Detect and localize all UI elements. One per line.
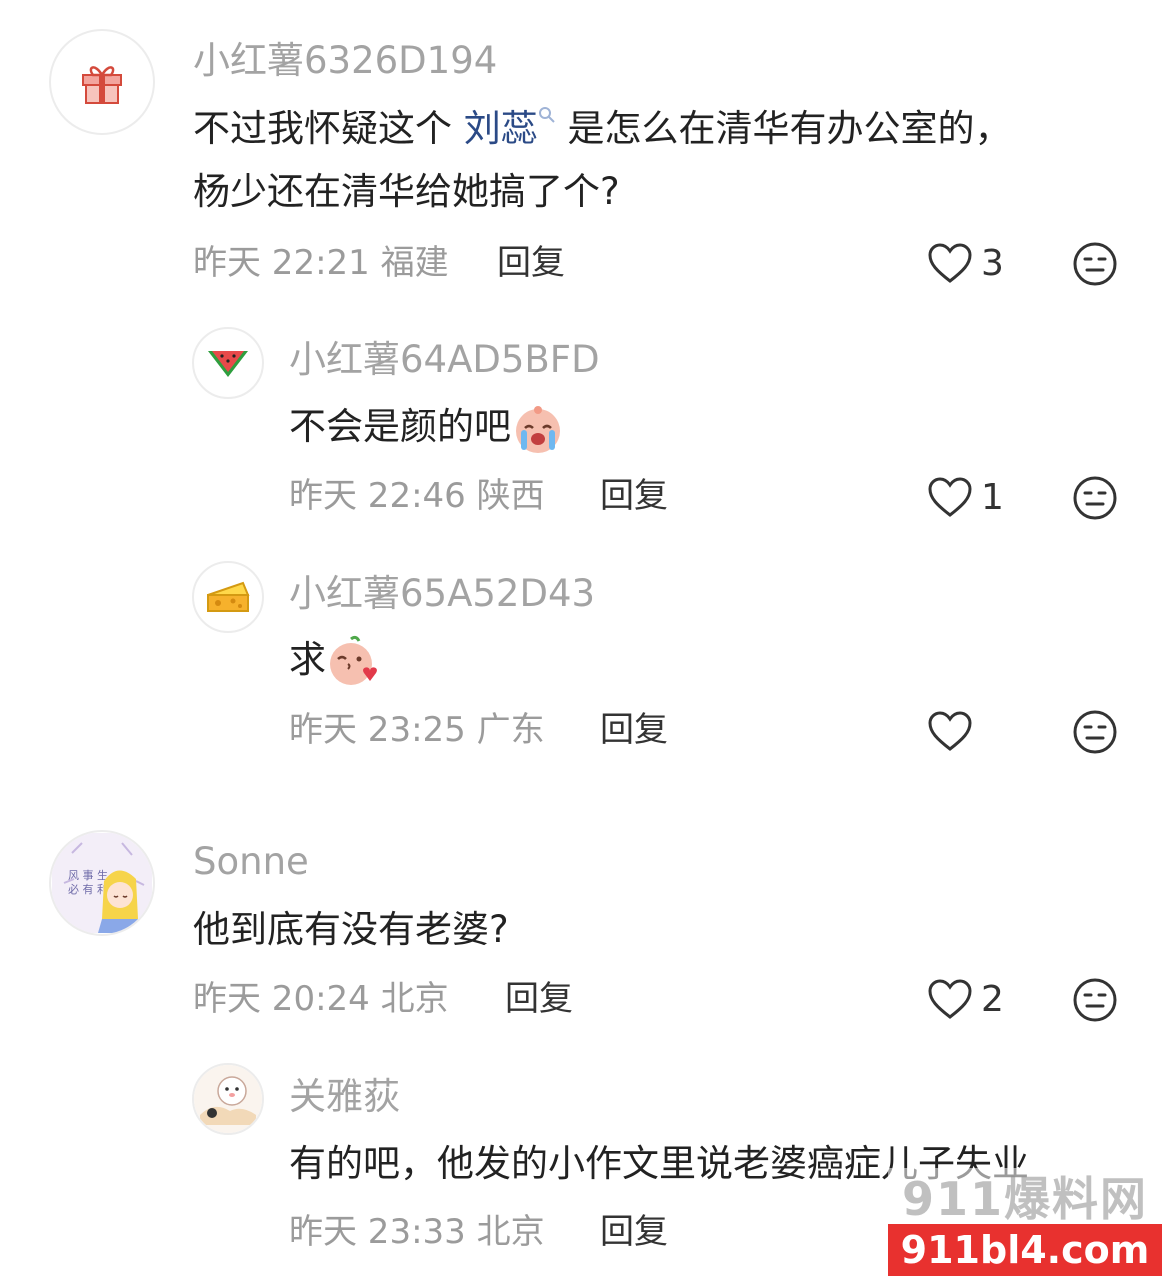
search-link[interactable]: 刘蕊	[464, 107, 556, 150]
watermark-logo: 911爆料网	[888, 1168, 1162, 1226]
like-button[interactable]: 3	[927, 242, 1004, 284]
heart-icon	[928, 711, 972, 751]
location: 福建	[380, 243, 449, 283]
timestamp: 昨天 20:24	[193, 979, 370, 1019]
like-button[interactable]	[927, 710, 981, 752]
timestamp: 昨天 22:46	[289, 476, 466, 516]
like-count: 2	[981, 978, 1004, 1020]
anime-girl-avatar: 风 事 生 必 有 利	[52, 833, 152, 933]
username[interactable]: Sonne	[193, 840, 309, 884]
cheese-icon	[207, 581, 250, 612]
comment-text-part: 不会是颜的吧	[289, 405, 511, 448]
comment-meta: 昨天 22:46 陕西	[289, 476, 545, 516]
search-icon	[538, 107, 555, 123]
avatar[interactable]	[192, 1063, 264, 1135]
avatar[interactable]	[49, 29, 155, 135]
timestamp: 昨天 23:25	[289, 710, 466, 750]
dislike-button[interactable]	[1072, 709, 1118, 759]
avatar[interactable]: 风 事 生 必 有 利	[49, 830, 155, 936]
location: 陕西	[476, 476, 545, 516]
dislike-button[interactable]	[1072, 475, 1118, 525]
svg-text:必 有 利: 必 有 利	[68, 882, 108, 896]
like-button[interactable]: 1	[927, 476, 1004, 518]
reply-button[interactable]: 回复	[600, 476, 668, 516]
comment-text: 他到底有没有老婆?	[193, 908, 509, 951]
comment-text-line2: 杨少还在清华给她搞了个?	[193, 170, 620, 213]
location: 北京	[476, 1212, 545, 1252]
comment-meta: 昨天 20:24 北京	[193, 979, 449, 1019]
comment-text-part: 是怎么在清华有办公室的，	[567, 107, 1012, 150]
comment-meta: 昨天 22:21 福建	[193, 243, 449, 283]
neutral-face-icon	[1073, 242, 1117, 286]
crying-emoji-icon	[516, 405, 560, 453]
svg-text:风 事 生: 风 事 生	[68, 868, 108, 882]
heart-icon	[928, 243, 972, 283]
avatar[interactable]	[192, 561, 264, 633]
heart-icon	[928, 979, 972, 1019]
dislike-button[interactable]	[1072, 241, 1118, 291]
reply-button[interactable]: 回复	[600, 1212, 668, 1252]
timestamp: 昨天 23:33	[289, 1212, 466, 1252]
cartoon-avatar	[194, 1065, 262, 1133]
username[interactable]: 小红薯6326D194	[193, 39, 497, 83]
comment-meta: 昨天 23:33 北京	[289, 1212, 545, 1252]
reply-button[interactable]: 回复	[497, 243, 565, 283]
watermark-logo-text: 911爆料网	[901, 1172, 1149, 1226]
comment-text-part: 求	[289, 638, 326, 681]
comment-text: 不过我怀疑这个 刘蕊 是怎么在清华有办公室的，	[193, 98, 1012, 160]
like-count: 3	[981, 242, 1004, 284]
dislike-button[interactable]	[1072, 977, 1118, 1027]
avatar[interactable]	[192, 327, 264, 399]
heart-icon	[928, 477, 972, 517]
location: 广东	[476, 710, 545, 750]
comment-text-part: 不过我怀疑这个	[193, 107, 452, 150]
username[interactable]: 小红薯64AD5BFD	[289, 338, 600, 382]
reply-button[interactable]: 回复	[505, 979, 573, 1019]
watermelon-icon	[208, 351, 248, 377]
comment-text: 求	[289, 629, 380, 691]
gift-icon	[82, 66, 122, 104]
neutral-face-icon	[1073, 476, 1117, 520]
neutral-face-icon	[1073, 710, 1117, 754]
comment-text: 不会是颜的吧	[289, 396, 565, 458]
location: 北京	[380, 979, 449, 1019]
comment-meta: 昨天 23:25 广东	[289, 710, 545, 750]
username[interactable]: 关雅荻	[289, 1075, 400, 1119]
watermark-url: 911bl4.com	[888, 1224, 1162, 1276]
timestamp: 昨天 22:21	[193, 243, 370, 283]
kiss-emoji-icon	[330, 635, 377, 685]
like-count: 1	[981, 476, 1004, 518]
like-button[interactable]: 2	[927, 978, 1004, 1020]
neutral-face-icon	[1073, 978, 1117, 1022]
search-link-label: 刘蕊	[463, 107, 538, 150]
reply-button[interactable]: 回复	[600, 710, 668, 750]
username[interactable]: 小红薯65A52D43	[289, 572, 595, 616]
